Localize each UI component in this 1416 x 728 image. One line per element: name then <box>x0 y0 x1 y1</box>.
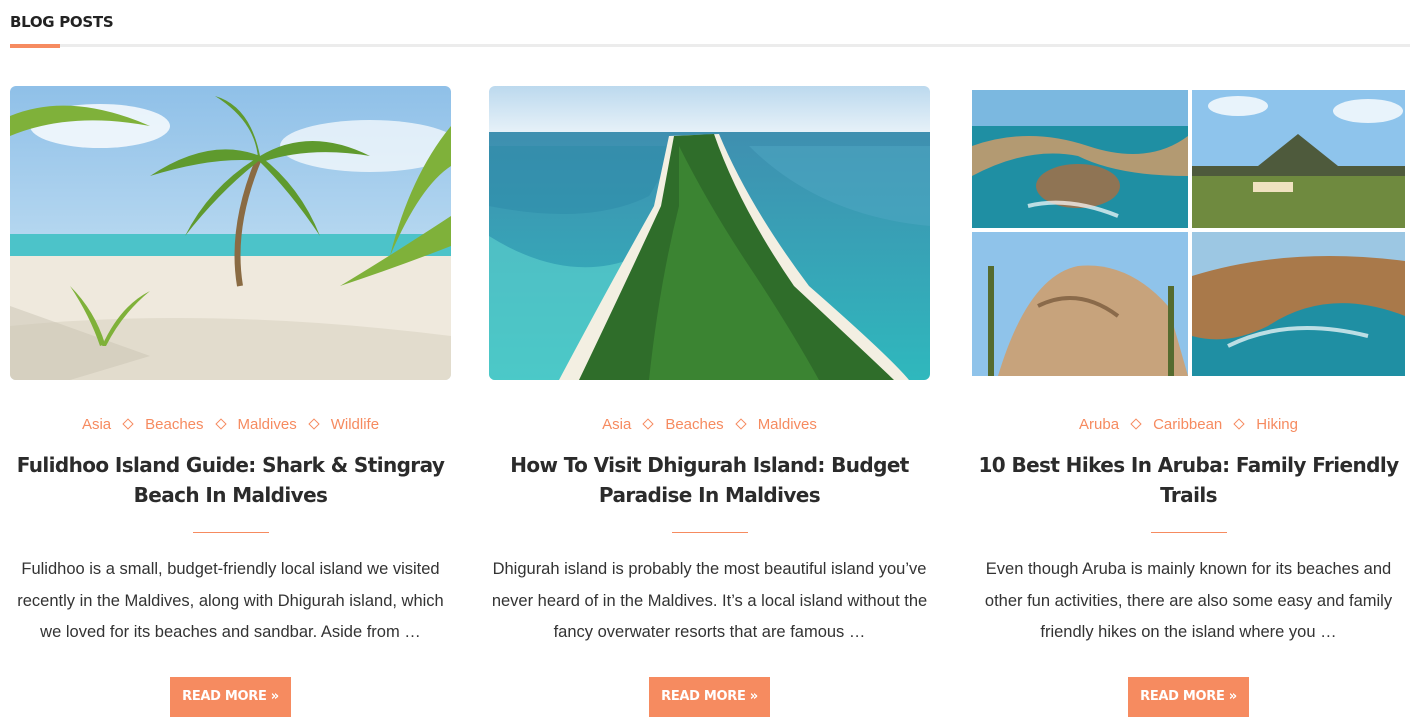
post-image <box>489 86 930 380</box>
post-image-link[interactable] <box>489 86 930 380</box>
header-divider <box>10 44 1410 47</box>
post-categories: Asia Beaches Maldives <box>489 416 930 438</box>
category-link[interactable]: Wildlife <box>331 416 379 433</box>
post-image <box>968 86 1409 380</box>
diamond-icon <box>122 418 134 430</box>
category-link[interactable]: Asia <box>82 416 111 433</box>
diamond-icon <box>642 418 654 430</box>
post-categories: Asia Beaches Maldives Wildlife <box>10 416 451 438</box>
category-link[interactable]: Beaches <box>145 416 203 433</box>
category-link[interactable]: Asia <box>602 416 631 433</box>
diamond-icon <box>214 418 227 430</box>
title-divider <box>192 532 269 533</box>
post-excerpt: Even though Aruba is mainly known for it… <box>984 560 1393 641</box>
category-link[interactable]: Maldives <box>238 416 297 433</box>
post-card: Asia Beaches Maldives Wildlife Fulidhoo Isl… <box>10 86 451 717</box>
diamond-icon <box>308 418 320 430</box>
read-more-button[interactable]: READ MORE » <box>649 676 770 717</box>
title-divider <box>671 532 748 533</box>
diamond-icon <box>735 418 747 430</box>
post-title[interactable]: Fulidhoo Island Guide: Shark & Stingray … <box>10 450 451 510</box>
category-link[interactable]: Maldives <box>758 416 817 433</box>
diamond-icon <box>1130 418 1142 430</box>
post-card: Asia Beaches Maldives How To Visit Dhigura… <box>489 86 930 717</box>
post-image <box>10 86 451 380</box>
post-title[interactable]: How To Visit Dhigurah Island: Budget Par… <box>489 450 930 510</box>
section-header: BLOG POSTS <box>10 0 1410 48</box>
diamond-icon <box>1233 418 1245 430</box>
post-excerpt: Dhigurah island is probably the most bea… <box>491 560 928 641</box>
post-image-link[interactable] <box>10 86 451 380</box>
read-more-button[interactable]: READ MORE » <box>1128 676 1249 717</box>
section-title: BLOG POSTS <box>10 13 114 31</box>
post-excerpt: Fulidhoo is a small, budget-friendly loc… <box>17 560 444 641</box>
post-card: Aruba Caribbean Hiking 10 Best Hikes In Ar… <box>968 86 1409 717</box>
post-image-link[interactable] <box>968 86 1409 380</box>
post-categories: Aruba Caribbean Hiking <box>968 416 1409 438</box>
category-link[interactable]: Beaches <box>665 416 723 433</box>
category-link[interactable]: Aruba <box>1079 416 1119 433</box>
header-accent-bar <box>10 44 60 48</box>
read-more-button[interactable]: READ MORE » <box>170 676 291 717</box>
category-link[interactable]: Hiking <box>1256 416 1298 433</box>
category-link[interactable]: Caribbean <box>1153 416 1222 433</box>
post-title[interactable]: 10 Best Hikes In Aruba: Family Friendly … <box>968 450 1409 510</box>
title-divider <box>1150 532 1227 533</box>
